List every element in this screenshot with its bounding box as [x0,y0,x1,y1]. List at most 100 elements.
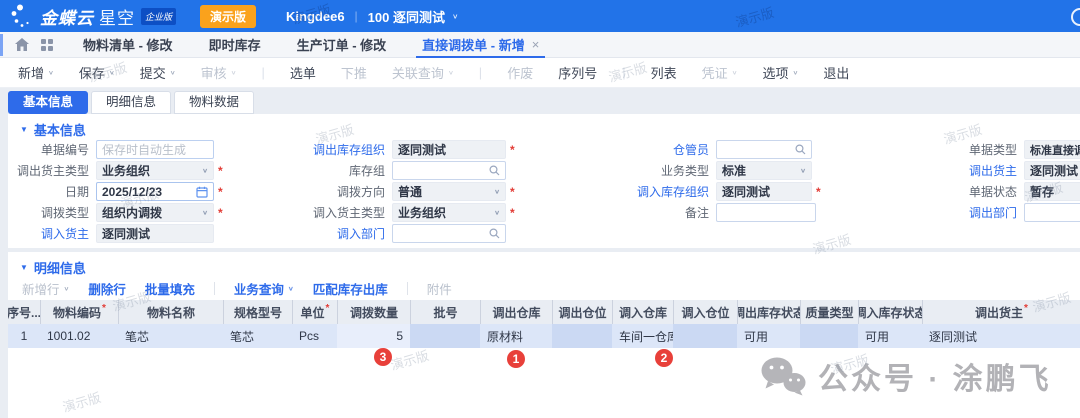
col-spec-model[interactable]: 规格型号 [223,300,292,324]
basic-section-header[interactable]: ▼ 基本信息 [20,120,86,139]
tab-realtime-inventory[interactable]: 即时库存 [209,32,261,58]
col-transfer-qty[interactable]: 调拨数量 [337,300,410,324]
chevron-down-icon[interactable]: ∨ [288,285,294,292]
cell-lot-no[interactable] [410,324,480,348]
edition-badge: 企业版 [141,8,176,25]
in-stock-org-value[interactable]: 逐同测试 [716,182,812,201]
close-icon[interactable]: × [532,37,540,52]
chevron-down-icon[interactable]: ∨ [202,167,208,174]
col-out-stock-status[interactable]: 调出库存状态 [737,300,800,324]
save-button[interactable]: 保存∨ [79,63,115,82]
date-input[interactable]: 2025/12/23 [96,182,214,201]
in-owner-type-select[interactable]: 业务组织∨ [392,203,506,222]
exit-button[interactable]: 退出 [823,63,849,82]
detail-section-header[interactable]: ▼ 明细信息 [20,258,86,277]
cell-material-name[interactable]: 笔芯 [118,324,223,348]
topbar: 金蝶云 星空 企业版 演示版 Kingdee6 | 100 逐同测试 ∨ [0,0,1080,32]
tab-production-order[interactable]: 生产订单 - 修改 [297,32,387,58]
business-type-select[interactable]: 标准∨ [716,161,812,180]
search-icon[interactable] [795,144,806,155]
in-owner-value[interactable]: 逐同测试 [96,224,214,243]
chevron-down-icon[interactable]: ∨ [48,69,54,76]
transfer-direction-select[interactable]: 普通∨ [392,182,506,201]
out-dept-input[interactable] [1024,203,1080,222]
bill-status-value[interactable]: 暂存 [1024,182,1080,201]
col-seq[interactable]: 序号... [8,300,40,324]
out-stock-org-value[interactable]: 逐同测试 [392,140,506,159]
cell-out-location[interactable] [552,324,612,348]
transfer-type-select[interactable]: 组织内调拨∨ [96,203,214,222]
chevron-down-icon[interactable]: ∨ [170,69,176,76]
col-lot-no[interactable]: 批号 [410,300,480,324]
tab-material-list[interactable]: 物料清单 - 修改 [83,32,173,58]
chevron-down-icon[interactable]: ∨ [494,188,500,195]
topbar-right-icon[interactable] [1071,8,1080,26]
chevron-down-icon[interactable]: ∨ [202,209,208,216]
business-query-button[interactable]: 业务查询∨ [234,279,294,298]
collapse-triangle-icon[interactable]: ▼ [20,125,28,134]
cell-quality-type[interactable] [800,324,858,348]
stock-group-lookup[interactable] [392,161,506,180]
chevron-down-icon: ∨ [448,69,454,76]
col-in-stock-status[interactable]: 调入库存状态 [858,300,922,324]
col-material-name[interactable]: 物料名称 [118,300,223,324]
cell-transfer-qty[interactable]: 5 [337,324,410,348]
audit-button: 审核∨ [201,63,237,82]
cell-unit[interactable]: Pcs [292,324,337,348]
in-dept-lookup[interactable] [392,224,506,243]
cell-in-location[interactable] [673,324,737,348]
warehouse-keeper-lookup[interactable] [716,140,812,159]
search-icon[interactable] [489,165,500,176]
col-out-location[interactable]: 调出仓位 [552,300,612,324]
tab-direct-transfer-new[interactable]: 直接调拨单 - 新增 × [422,32,539,58]
col-out-owner[interactable]: 调出货主* [922,300,1080,324]
batch-fill-button[interactable]: 批量填充 [145,279,195,298]
chevron-down-icon[interactable]: ∨ [800,167,806,174]
field-bill-no: 单据编号 保存时自动生成 [8,140,214,159]
delete-row-button[interactable]: 删除行 [88,279,126,298]
search-icon[interactable] [489,228,500,239]
col-unit[interactable]: 单位* [292,300,337,324]
out-owner-type-select[interactable]: 业务组织∨ [96,161,214,180]
subtab-material-data[interactable]: 物料数据 [174,91,254,114]
new-button[interactable]: 新增∨ [18,63,54,82]
cell-in-stock-status[interactable]: 可用 [858,324,922,348]
remark-input[interactable] [716,203,816,222]
cell-out-stock-status[interactable]: 可用 [737,324,800,348]
cell-out-warehouse[interactable]: 原材料 [480,324,552,348]
cell-in-warehouse[interactable]: 车间一仓库 [612,324,673,348]
home-icon[interactable] [15,38,29,51]
col-material-code[interactable]: 物料编码* [40,300,118,324]
chevron-down-icon[interactable]: ∨ [793,69,799,76]
chevron-down-icon[interactable]: ∨ [452,12,459,21]
cell-seq[interactable]: 1 [8,324,40,348]
chevron-down-icon[interactable]: ∨ [494,209,500,216]
col-in-warehouse[interactable]: 调入仓库 [612,300,673,324]
chevron-down-icon[interactable]: ∨ [109,69,115,76]
bill-no-input[interactable]: 保存时自动生成 [96,140,214,159]
select-bill-button[interactable]: 选单 [290,63,316,82]
calendar-icon[interactable] [196,186,208,198]
field-out-stock-org: 调出库存组织 逐同测试 * [304,140,515,159]
match-stock-out-button[interactable]: 匹配库存出库 [313,279,388,298]
col-in-location[interactable]: 调入仓位 [673,300,737,324]
cell-spec-model[interactable]: 笔芯 [223,324,292,348]
field-in-stock-org: 调入库存组织 逐同测试 * [604,182,821,201]
apps-grid-icon[interactable] [41,39,53,51]
serial-number-button[interactable]: 序列号 [558,63,597,82]
org-switcher[interactable]: 100 逐同测试 [368,7,445,26]
cell-material-code[interactable]: 1001.02 [40,324,118,348]
submit-button[interactable]: 提交∨ [140,63,176,82]
col-quality-type[interactable]: 质量类型 [800,300,858,324]
out-owner-value[interactable]: 逐同测试 [1024,161,1080,180]
cell-out-owner[interactable]: 逐同测试 [922,324,1080,348]
collapse-triangle-icon[interactable]: ▼ [20,263,28,272]
section-tabs: 基本信息 明细信息 物料数据 [0,88,1080,114]
bill-type-value[interactable]: 标准直接调拨单 [1024,140,1080,159]
options-button[interactable]: 选项∨ [763,63,799,82]
list-button[interactable]: 列表 [651,63,677,82]
subtab-basic-info[interactable]: 基本信息 [8,91,88,114]
col-out-warehouse[interactable]: 调出仓库 [480,300,552,324]
grid-data-row[interactable]: 1 1001.02 笔芯 笔芯 Pcs 5 原材料 车间一仓库 可用 可用 逐同… [8,324,1080,348]
subtab-detail-info[interactable]: 明细信息 [91,91,171,114]
